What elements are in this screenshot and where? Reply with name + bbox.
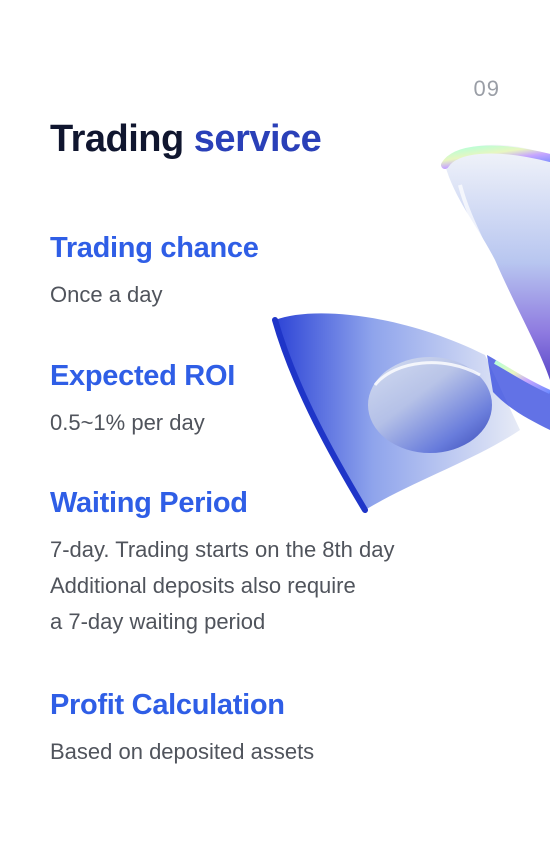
section-heading: Profit Calculation bbox=[50, 689, 285, 721]
section-waiting-period: Waiting Period 7-day. Trading starts on … bbox=[50, 487, 394, 640]
page-number: 09 bbox=[473, 76, 500, 101]
section-trading-chance: Trading chance Once a day bbox=[50, 232, 259, 313]
section-line: Based on deposited assets bbox=[50, 739, 315, 764]
section-line: Once a day bbox=[50, 282, 163, 307]
section-body: 7-day. Trading starts on the 8th day Add… bbox=[50, 532, 394, 640]
section-line: 0.5~1% per day bbox=[50, 410, 205, 435]
section-body: Once a day bbox=[50, 277, 259, 313]
section-body: 0.5~1% per day bbox=[50, 405, 235, 441]
decorative-glass-shape bbox=[272, 144, 550, 513]
section-line: 7-day. Trading starts on the 8th day bbox=[50, 537, 395, 562]
section-heading: Trading chance bbox=[50, 232, 259, 264]
section-heading: Expected ROI bbox=[50, 360, 235, 392]
section-line: a 7-day waiting period bbox=[50, 609, 266, 634]
section-line: Additional deposits also require bbox=[50, 573, 356, 598]
title-main: Trading bbox=[50, 118, 184, 160]
section-heading: Waiting Period bbox=[50, 487, 248, 519]
section-expected-roi: Expected ROI 0.5~1% per day bbox=[50, 360, 235, 441]
section-profit-calculation: Profit Calculation Based on deposited as… bbox=[50, 689, 314, 770]
section-body: Based on deposited assets bbox=[50, 734, 314, 770]
